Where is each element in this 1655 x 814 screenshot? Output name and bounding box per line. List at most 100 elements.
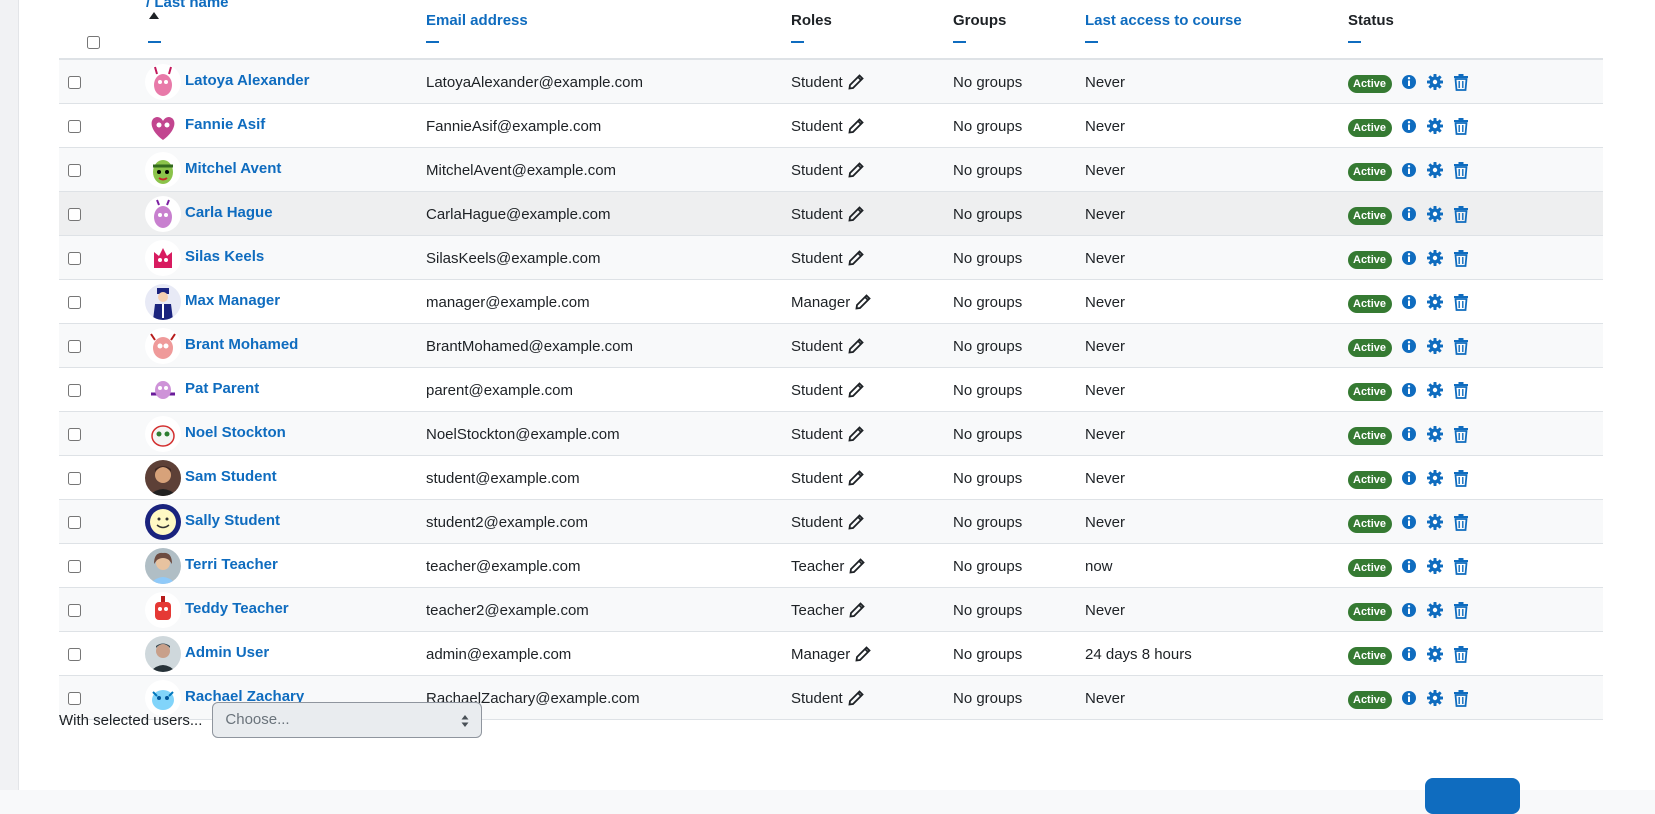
row-select-checkbox[interactable] <box>68 383 81 397</box>
gear-icon[interactable] <box>1426 645 1444 663</box>
gear-icon[interactable] <box>1426 689 1444 707</box>
user-profile-link[interactable]: Latoya Alexander <box>185 72 310 89</box>
trash-icon[interactable] <box>1452 425 1470 443</box>
info-icon[interactable] <box>1400 337 1418 355</box>
gear-icon[interactable] <box>1426 601 1444 619</box>
collapse-name-column-toggle[interactable] <box>148 41 161 43</box>
trash-icon[interactable] <box>1452 249 1470 267</box>
info-icon[interactable] <box>1400 601 1418 619</box>
user-profile-link[interactable]: Sally Student <box>185 512 280 529</box>
pencil-icon[interactable] <box>849 558 866 574</box>
pencil-icon[interactable] <box>848 470 864 486</box>
gear-icon[interactable] <box>1426 469 1444 487</box>
trash-icon[interactable] <box>1452 337 1470 355</box>
info-icon[interactable] <box>1400 73 1418 91</box>
collapse-last-access-column-toggle[interactable] <box>1085 41 1098 43</box>
user-profile-link[interactable]: Brant Mohamed <box>185 336 298 353</box>
collapse-status-column-toggle[interactable] <box>1348 41 1361 43</box>
sort-last-name-link[interactable]: / Last name <box>146 0 229 11</box>
trash-icon[interactable] <box>1452 205 1470 223</box>
row-select-checkbox[interactable] <box>68 295 81 309</box>
user-profile-link[interactable]: Terri Teacher <box>185 556 278 573</box>
row-select-checkbox[interactable] <box>68 427 81 441</box>
trash-icon[interactable] <box>1452 73 1470 91</box>
user-profile-link[interactable]: Noel Stockton <box>185 424 286 441</box>
gear-icon[interactable] <box>1426 73 1444 91</box>
gear-icon[interactable] <box>1426 293 1444 311</box>
gear-icon[interactable] <box>1426 513 1444 531</box>
info-icon[interactable] <box>1400 249 1418 267</box>
trash-icon[interactable] <box>1452 645 1470 663</box>
trash-icon[interactable] <box>1452 117 1470 135</box>
pencil-icon[interactable] <box>848 382 864 398</box>
user-profile-link[interactable]: Pat Parent <box>185 380 259 397</box>
row-select-checkbox[interactable] <box>68 75 81 89</box>
trash-icon[interactable] <box>1452 557 1470 575</box>
info-icon[interactable] <box>1400 117 1418 135</box>
row-select-checkbox[interactable] <box>68 647 81 661</box>
pencil-icon[interactable] <box>848 426 864 442</box>
row-select-checkbox[interactable] <box>68 559 81 573</box>
trash-icon[interactable] <box>1452 513 1470 531</box>
trash-icon[interactable] <box>1452 161 1470 179</box>
row-select-checkbox[interactable] <box>68 515 81 529</box>
gear-icon[interactable] <box>1426 381 1444 399</box>
info-icon[interactable] <box>1400 381 1418 399</box>
row-select-checkbox[interactable] <box>68 119 81 133</box>
pencil-icon[interactable] <box>848 690 864 706</box>
user-profile-link[interactable]: Admin User <box>185 644 269 661</box>
info-icon[interactable] <box>1400 293 1418 311</box>
user-profile-link[interactable]: Carla Hague <box>185 204 273 221</box>
user-profile-link[interactable]: Teddy Teacher <box>185 600 289 617</box>
gear-icon[interactable] <box>1426 557 1444 575</box>
gear-icon[interactable] <box>1426 117 1444 135</box>
row-select-checkbox[interactable] <box>68 471 81 485</box>
gear-icon[interactable] <box>1426 161 1444 179</box>
sort-email-link[interactable]: Email address <box>426 12 528 29</box>
user-profile-link[interactable]: Sam Student <box>185 468 277 485</box>
trash-icon[interactable] <box>1452 469 1470 487</box>
pencil-icon[interactable] <box>849 602 866 618</box>
info-icon[interactable] <box>1400 205 1418 223</box>
bulk-submit-button[interactable] <box>1425 778 1520 814</box>
pencil-icon[interactable] <box>855 294 871 310</box>
pencil-icon[interactable] <box>848 338 864 354</box>
pencil-icon[interactable] <box>848 250 864 266</box>
pencil-icon[interactable] <box>848 162 864 178</box>
gear-icon[interactable] <box>1426 425 1444 443</box>
pencil-icon[interactable] <box>848 118 864 134</box>
pencil-icon[interactable] <box>855 646 871 662</box>
select-all-checkbox[interactable] <box>87 36 100 49</box>
gear-icon[interactable] <box>1426 249 1444 267</box>
row-select-checkbox[interactable] <box>68 207 81 221</box>
trash-icon[interactable] <box>1452 601 1470 619</box>
collapse-roles-column-toggle[interactable] <box>791 41 804 43</box>
sort-last-access-link[interactable]: Last access to course <box>1085 12 1242 29</box>
pencil-icon[interactable] <box>848 74 864 90</box>
info-icon[interactable] <box>1400 645 1418 663</box>
row-select-checkbox[interactable] <box>68 251 81 265</box>
info-icon[interactable] <box>1400 425 1418 443</box>
user-profile-link[interactable]: Fannie Asif <box>185 116 265 133</box>
user-profile-link[interactable]: Mitchel Avent <box>185 160 281 177</box>
gear-icon[interactable] <box>1426 205 1444 223</box>
info-icon[interactable] <box>1400 161 1418 179</box>
trash-icon[interactable] <box>1452 689 1470 707</box>
pencil-icon[interactable] <box>848 206 864 222</box>
collapse-email-column-toggle[interactable] <box>426 41 439 43</box>
row-select-checkbox[interactable] <box>68 163 81 177</box>
row-select-checkbox[interactable] <box>68 339 81 353</box>
collapse-groups-column-toggle[interactable] <box>953 41 966 43</box>
info-icon[interactable] <box>1400 557 1418 575</box>
user-profile-link[interactable]: Max Manager <box>185 292 280 309</box>
trash-icon[interactable] <box>1452 381 1470 399</box>
pencil-icon[interactable] <box>848 514 864 530</box>
trash-icon[interactable] <box>1452 293 1470 311</box>
info-icon[interactable] <box>1400 689 1418 707</box>
gear-icon[interactable] <box>1426 337 1444 355</box>
info-icon[interactable] <box>1400 469 1418 487</box>
info-icon[interactable] <box>1400 513 1418 531</box>
user-profile-link[interactable]: Silas Keels <box>185 248 264 265</box>
bulk-action-select[interactable]: Choose... <box>212 702 483 738</box>
row-select-checkbox[interactable] <box>68 603 81 617</box>
